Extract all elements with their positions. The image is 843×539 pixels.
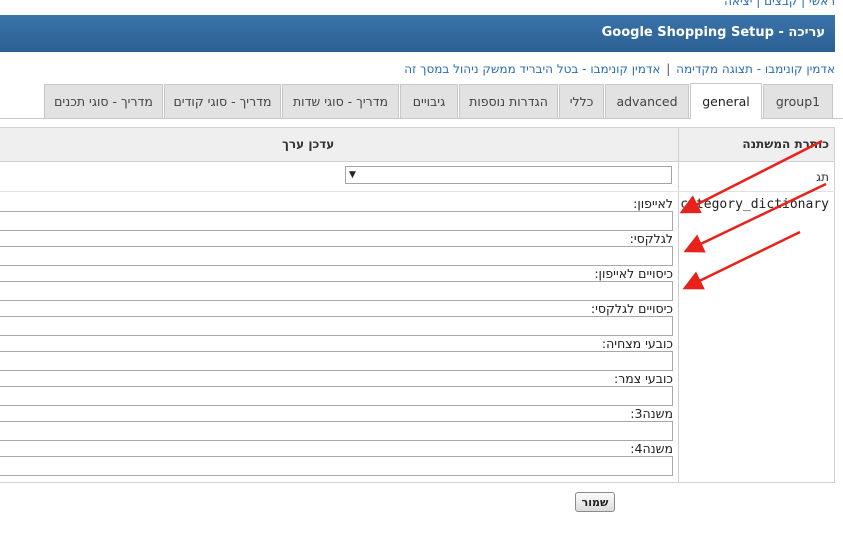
tab-guide-content-types[interactable]: מדריך - סוגי תכנים xyxy=(44,84,163,118)
field-input[interactable] xyxy=(0,351,673,371)
tab-group1[interactable]: group1 xyxy=(763,84,833,118)
row-divider xyxy=(0,191,835,192)
field-input[interactable] xyxy=(0,456,673,476)
breadcrumb-separator: | xyxy=(666,62,671,76)
field-input[interactable] xyxy=(0,281,673,301)
field-input[interactable] xyxy=(0,316,673,336)
tab-general-he[interactable]: כללי xyxy=(559,84,604,118)
field-input[interactable] xyxy=(0,211,673,231)
breadcrumb: אדמין קונימבו - תצוגה מקדימה | אדמין קונ… xyxy=(404,62,835,76)
tab-additional-settings[interactable]: הגדרות נוספות xyxy=(459,84,558,118)
field-input[interactable] xyxy=(0,246,673,266)
field-input[interactable] xyxy=(0,421,673,441)
tab-guide-field-types[interactable]: מדריך - סוגי שדות xyxy=(282,84,399,118)
column-header-editor: עדכן ערך xyxy=(282,137,335,151)
field-label: כובעי צמר: xyxy=(613,371,673,386)
table-bottom-border xyxy=(0,482,835,483)
field-label: כיסויים לאייפון: xyxy=(594,266,673,281)
field-label: כובעי מצחיה: xyxy=(601,336,673,351)
breadcrumb-preview-link[interactable]: אדמין קונימבו - תצוגה מקדימה xyxy=(676,62,835,76)
field-label: משנה3: xyxy=(630,406,673,421)
title-bar: Google Shopping Setup - עריכה xyxy=(0,15,835,52)
field-label: משנה4: xyxy=(630,441,673,456)
breadcrumb-hybrid-link[interactable]: אדמין קונימבו - בטל היבריד ממשק ניהול במ… xyxy=(404,62,660,76)
annotation-arrow xyxy=(683,182,827,253)
tab-guide-code-types[interactable]: מדריך - סוגי קודים xyxy=(164,84,281,118)
table-right-border xyxy=(834,127,835,483)
field-label: לאייפון: xyxy=(633,196,673,211)
field-label: לגלקסי: xyxy=(629,231,673,246)
top-links[interactable]: ראשי | קבצים | יציאה xyxy=(724,0,835,8)
table-header-row xyxy=(0,127,835,162)
field-input[interactable] xyxy=(0,386,673,406)
tab-backups[interactable]: גיבויים xyxy=(400,84,458,118)
column-header-variable: כותרת המשתנה xyxy=(742,137,829,151)
tab-general[interactable]: general xyxy=(690,83,762,119)
tab-advanced[interactable]: advanced xyxy=(605,84,689,118)
tag-select[interactable] xyxy=(345,166,672,184)
tag-label: תג xyxy=(816,170,829,184)
field-label: כיסויים לגלקסי: xyxy=(590,301,673,316)
column-divider xyxy=(678,127,679,482)
page-title: Google Shopping Setup - עריכה xyxy=(601,25,825,40)
annotation-arrow xyxy=(682,230,801,290)
variable-name: category_dictionary xyxy=(680,197,829,212)
dropdown-arrow-icon[interactable]: ▼ xyxy=(349,170,356,180)
save-button[interactable]: שמור xyxy=(575,492,615,512)
